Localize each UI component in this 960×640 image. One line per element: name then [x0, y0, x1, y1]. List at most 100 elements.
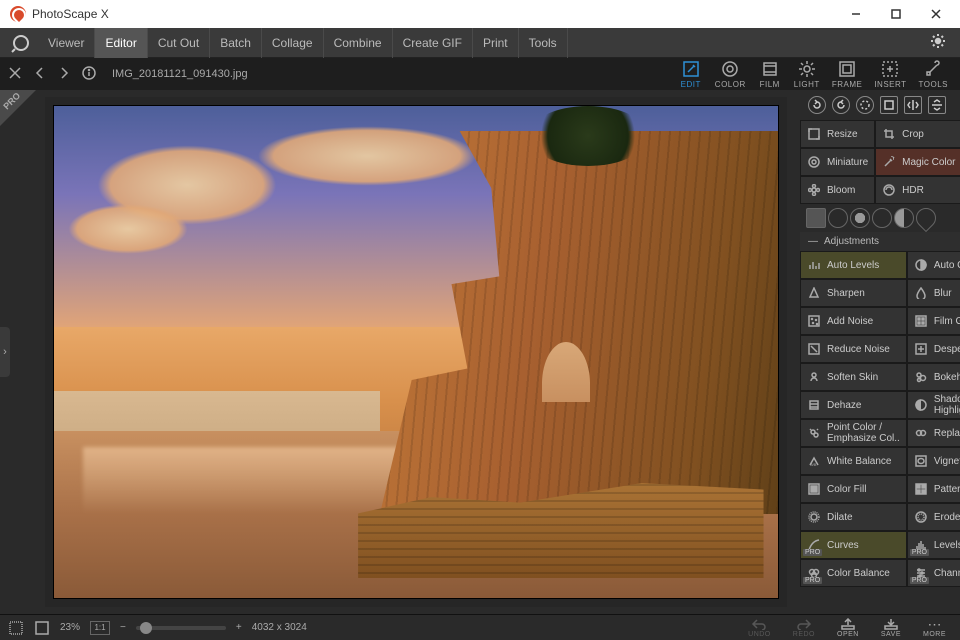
sharpen-icon: [807, 286, 821, 300]
panel-levels[interactable]: LevelsPRO: [907, 531, 960, 559]
expand-sidebar-button[interactable]: ›: [0, 327, 10, 377]
mode-list-button[interactable]: [806, 208, 826, 228]
fit-1to1-button[interactable]: 1:1: [90, 621, 110, 635]
soften-skin-icon: [807, 370, 821, 384]
app-icon: [10, 6, 26, 22]
close-file-button[interactable]: [8, 66, 22, 83]
panel-film-grain[interactable]: Film Grain: [907, 307, 960, 335]
adjustments-header[interactable]: —Adjustments: [800, 232, 960, 251]
rotate-free-button[interactable]: [856, 96, 874, 114]
mode-circle-2[interactable]: [850, 208, 870, 228]
logo-icon[interactable]: [10, 32, 32, 54]
undo-button[interactable]: UNDO: [742, 618, 777, 638]
open-button[interactable]: OPEN: [831, 618, 865, 638]
reduce-noise-icon: [807, 342, 821, 356]
panel-magic-color[interactable]: Magic Color: [875, 148, 960, 176]
menu-tools[interactable]: Tools: [519, 28, 568, 58]
mode-circle-3[interactable]: [872, 208, 892, 228]
magic-color-icon: [882, 155, 896, 169]
panel-vignette[interactable]: Vignette: [907, 447, 960, 475]
insert-icon: [881, 60, 899, 78]
mode-circle-4[interactable]: [894, 208, 914, 228]
save-button[interactable]: SAVE: [875, 618, 907, 638]
tools-icon: [924, 60, 942, 78]
settings-button[interactable]: [920, 33, 956, 52]
main-menubar: ViewerEditorCut OutBatchCollageCombineCr…: [0, 28, 960, 58]
despeckle-icon: [914, 342, 928, 356]
flip-h-button[interactable]: [904, 96, 922, 114]
panel-dilate[interactable]: Dilate: [800, 503, 907, 531]
menu-print[interactable]: Print: [473, 28, 519, 58]
tool-edit[interactable]: Edit: [675, 58, 707, 91]
tool-light[interactable]: Light: [790, 58, 824, 91]
white-balance-icon: WB: [807, 454, 821, 468]
panel-shadows-highlights[interactable]: Shadows/Highlights: [907, 391, 960, 419]
panel-bokeh-blur[interactable]: Bokeh Blur: [907, 363, 960, 391]
menu-combine[interactable]: Combine: [324, 28, 393, 58]
zoom-slider[interactable]: [136, 626, 226, 630]
panel-pattern-fill[interactable]: Pattern Fill: [907, 475, 960, 503]
straighten-button[interactable]: [880, 96, 898, 114]
panel-replace-color[interactable]: Replace Color: [907, 419, 960, 447]
nav-prev-button[interactable]: [34, 66, 46, 83]
panel-auto-levels[interactable]: Auto Levels: [800, 251, 907, 279]
panel-dehaze[interactable]: Dehaze: [800, 391, 907, 419]
panel-resize[interactable]: Resize: [800, 120, 875, 148]
info-button[interactable]: [82, 66, 96, 83]
flip-v-button[interactable]: [928, 96, 946, 114]
redo-button[interactable]: REDO: [787, 618, 821, 638]
grid-toggle-button[interactable]: [8, 620, 24, 636]
panel-blur[interactable]: Blur: [907, 279, 960, 307]
shadows-highlights-icon: [914, 398, 928, 412]
panel-miniature[interactable]: Miniature: [800, 148, 875, 176]
menu-viewer[interactable]: Viewer: [38, 28, 95, 58]
light-icon: [798, 60, 816, 78]
image-canvas[interactable]: [53, 105, 779, 599]
nav-next-button[interactable]: [58, 66, 70, 83]
rotate-cw-button[interactable]: [832, 96, 850, 114]
panel-color-fill[interactable]: Color Fill: [800, 475, 907, 503]
panel-crop[interactable]: Crop: [875, 120, 960, 148]
panel-soften-skin[interactable]: Soften Skin: [800, 363, 907, 391]
panel-curves[interactable]: CurvesPRO: [800, 531, 907, 559]
window-close-button[interactable]: [916, 0, 956, 28]
tool-frame[interactable]: Frame: [828, 58, 867, 91]
bg-toggle-button[interactable]: [34, 620, 50, 636]
film-icon: [761, 60, 779, 78]
resize-icon: [807, 127, 821, 141]
auto-levels-icon: [807, 258, 821, 272]
panel-channel-mixer[interactable]: Channel MixerPRO: [907, 559, 960, 587]
window-titlebar: PhotoScape X: [0, 0, 960, 28]
panel-bloom[interactable]: Bloom: [800, 176, 875, 204]
panel-despeckle[interactable]: Despeckle: [907, 335, 960, 363]
panel-point-color[interactable]: Point Color /Emphasize Col..: [800, 419, 907, 447]
menu-collage[interactable]: Collage: [262, 28, 324, 58]
panel-white-balance[interactable]: WBWhite Balance: [800, 447, 907, 475]
tool-color[interactable]: Color: [711, 58, 750, 91]
menu-create-gif[interactable]: Create GIF: [393, 28, 473, 58]
menu-editor[interactable]: Editor: [95, 28, 147, 58]
window-maximize-button[interactable]: [876, 0, 916, 28]
pro-ribbon: PRO: [0, 90, 36, 126]
mode-circle-1[interactable]: [828, 208, 848, 228]
panel-reduce-noise[interactable]: Reduce Noise: [800, 335, 907, 363]
pro-badge: PRO: [803, 577, 822, 584]
zoom-out-button[interactable]: −: [120, 622, 126, 633]
film-grain-icon: [914, 314, 928, 328]
panel-sharpen[interactable]: Sharpen: [800, 279, 907, 307]
rotate-ccw-button[interactable]: [808, 96, 826, 114]
panel-add-noise[interactable]: Add Noise: [800, 307, 907, 335]
mode-drop[interactable]: [912, 204, 940, 232]
tool-film[interactable]: Film: [754, 58, 786, 91]
window-minimize-button[interactable]: [836, 0, 876, 28]
tool-insert[interactable]: Insert: [870, 58, 910, 91]
zoom-in-button[interactable]: +: [236, 622, 242, 633]
menu-cut-out[interactable]: Cut Out: [148, 28, 210, 58]
panel-erode[interactable]: Erode: [907, 503, 960, 531]
more-button[interactable]: ⋯MORE: [917, 618, 952, 638]
menu-batch[interactable]: Batch: [210, 28, 262, 58]
panel-auto-contrast[interactable]: Auto Contrast: [907, 251, 960, 279]
tool-tools[interactable]: Tools: [915, 58, 952, 91]
panel-color-balance[interactable]: Color BalancePRO: [800, 559, 907, 587]
panel-hdr[interactable]: HDR: [875, 176, 960, 204]
